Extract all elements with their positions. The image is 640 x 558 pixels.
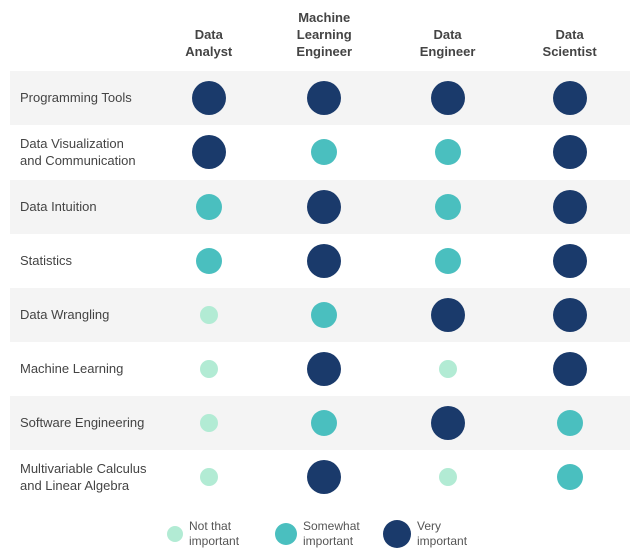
dot-cell <box>386 342 509 396</box>
importance-dot <box>311 410 337 436</box>
row-label: Multivariable Calculus and Linear Algebr… <box>10 450 155 505</box>
legend: Not that important Somewhat important Ve… <box>167 519 473 550</box>
importance-dot <box>311 302 337 328</box>
importance-dot <box>200 306 218 324</box>
importance-dot <box>307 190 341 224</box>
importance-dot <box>307 81 341 115</box>
dot-cell <box>509 288 630 342</box>
importance-dot <box>435 194 461 220</box>
table-row: Data Intuition <box>10 180 630 234</box>
legend-label-not: Not that important <box>189 519 257 550</box>
table-row: Data Wrangling <box>10 288 630 342</box>
row-label: Data Visualization and Communication <box>10 125 155 180</box>
col-header-data-analyst: DataAnalyst <box>155 10 263 71</box>
dot-cell <box>155 234 263 288</box>
dot-cell <box>263 71 386 125</box>
dot-cell <box>509 450 630 505</box>
importance-table: DataAnalyst MachineLearningEngineer Data… <box>10 10 630 505</box>
importance-dot <box>439 468 457 486</box>
legend-dot-very <box>383 520 411 548</box>
dot-cell <box>263 342 386 396</box>
dot-cell <box>155 288 263 342</box>
col-header-data-scientist: DataScientist <box>509 10 630 71</box>
importance-dot <box>431 81 465 115</box>
dot-cell <box>155 180 263 234</box>
dot-cell <box>263 450 386 505</box>
importance-dot <box>200 414 218 432</box>
dot-cell <box>509 180 630 234</box>
dot-cell <box>509 71 630 125</box>
importance-dot <box>553 352 587 386</box>
table-row: Software Engineering <box>10 396 630 450</box>
importance-dot <box>557 464 583 490</box>
table-row: Data Visualization and Communication <box>10 125 630 180</box>
dot-cell <box>386 450 509 505</box>
importance-dot <box>192 135 226 169</box>
importance-dot <box>431 406 465 440</box>
legend-item-somewhat: Somewhat important <box>275 519 365 550</box>
importance-dot <box>192 81 226 115</box>
col-header-ml-engineer: MachineLearningEngineer <box>263 10 386 71</box>
importance-dot <box>553 298 587 332</box>
importance-dot <box>553 81 587 115</box>
row-label: Statistics <box>10 234 155 288</box>
legend-label-somewhat: Somewhat important <box>303 519 365 550</box>
importance-dot <box>196 194 222 220</box>
dot-cell <box>386 71 509 125</box>
dot-cell <box>386 125 509 180</box>
importance-dot <box>431 298 465 332</box>
row-header <box>10 10 155 71</box>
dot-cell <box>155 342 263 396</box>
importance-dot <box>557 410 583 436</box>
legend-item-very: Very important <box>383 519 473 550</box>
importance-dot <box>307 244 341 278</box>
dot-cell <box>263 396 386 450</box>
importance-dot <box>307 460 341 494</box>
importance-dot <box>307 352 341 386</box>
importance-dot <box>553 190 587 224</box>
dot-cell <box>263 288 386 342</box>
table-row: Statistics <box>10 234 630 288</box>
legend-item-not: Not that important <box>167 519 257 550</box>
dot-cell <box>155 450 263 505</box>
col-header-data-engineer: DataEngineer <box>386 10 509 71</box>
row-label: Software Engineering <box>10 396 155 450</box>
dot-cell <box>386 288 509 342</box>
row-label: Machine Learning <box>10 342 155 396</box>
dot-cell <box>509 125 630 180</box>
table-row: Multivariable Calculus and Linear Algebr… <box>10 450 630 505</box>
importance-dot <box>553 135 587 169</box>
row-label: Programming Tools <box>10 71 155 125</box>
dot-cell <box>263 234 386 288</box>
dot-cell <box>386 396 509 450</box>
table-row: Programming Tools <box>10 71 630 125</box>
legend-dot-not <box>167 526 183 542</box>
dot-cell <box>509 342 630 396</box>
importance-dot <box>439 360 457 378</box>
legend-dot-somewhat <box>275 523 297 545</box>
importance-dot <box>553 244 587 278</box>
legend-label-very: Very important <box>417 519 473 550</box>
dot-cell <box>386 180 509 234</box>
dot-cell <box>509 396 630 450</box>
chart-container: DataAnalyst MachineLearningEngineer Data… <box>10 10 630 505</box>
dot-cell <box>155 396 263 450</box>
row-label: Data Intuition <box>10 180 155 234</box>
table-row: Machine Learning <box>10 342 630 396</box>
importance-dot <box>435 248 461 274</box>
row-label: Data Wrangling <box>10 288 155 342</box>
importance-dot <box>200 468 218 486</box>
importance-dot <box>200 360 218 378</box>
dot-cell <box>263 180 386 234</box>
importance-dot <box>196 248 222 274</box>
dot-cell <box>155 71 263 125</box>
importance-dot <box>435 139 461 165</box>
dot-cell <box>386 234 509 288</box>
importance-dot <box>311 139 337 165</box>
dot-cell <box>155 125 263 180</box>
dot-cell <box>263 125 386 180</box>
dot-cell <box>509 234 630 288</box>
